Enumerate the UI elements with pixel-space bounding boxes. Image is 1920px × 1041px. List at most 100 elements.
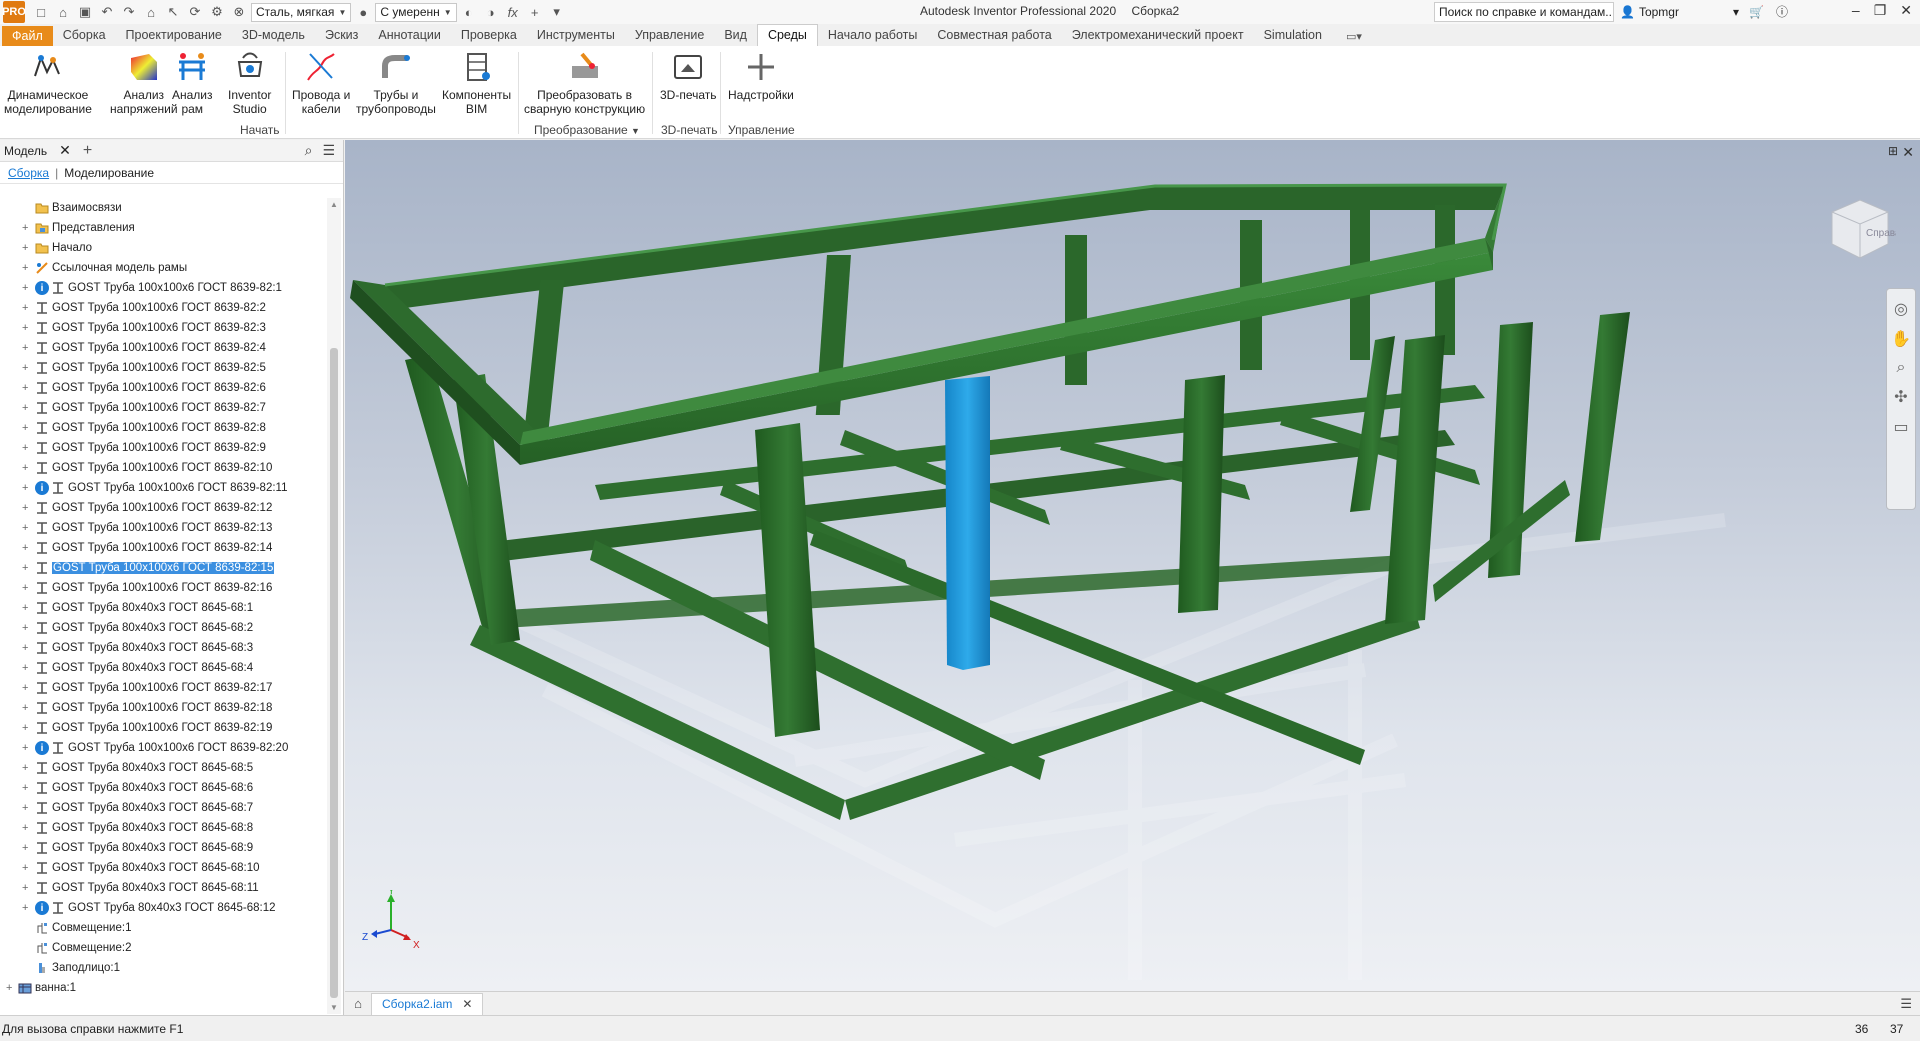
tab-14[interactable]: Simulation bbox=[1254, 25, 1332, 46]
home-icon[interactable]: ⌂ bbox=[345, 996, 371, 1011]
tree-item[interactable]: + GOST Труба 100x100x6 ГОСТ 8639-82:3 bbox=[0, 318, 326, 338]
tree-item[interactable]: + Ссылочная модель рамы bbox=[0, 258, 326, 278]
expand-icon[interactable]: + bbox=[22, 582, 31, 594]
tree-item[interactable]: + GOST Труба 100x100x6 ГОСТ 8639-82:19 bbox=[0, 718, 326, 738]
frame-analysis-button[interactable]: Анализ рам bbox=[172, 50, 213, 116]
cart-icon[interactable]: 🛒 bbox=[1749, 5, 1764, 19]
tab-5[interactable]: Аннотации bbox=[368, 25, 450, 46]
user-menu[interactable]: 👤 Topmgr ▾ 🛒 ⓘ bbox=[1620, 3, 1788, 20]
tree-item[interactable]: + GOST Труба 100x100x6 ГОСТ 8639-82:13 bbox=[0, 518, 326, 538]
tree-item[interactable]: + GOST Труба 80x40x3 ГОСТ 8645-68:10 bbox=[0, 858, 326, 878]
save-icon[interactable]: ▣ bbox=[75, 2, 95, 22]
tab-6[interactable]: Проверка bbox=[451, 25, 527, 46]
expand-icon[interactable]: + bbox=[22, 702, 31, 714]
dynamic-simulation-button[interactable]: Динамическое моделирование bbox=[4, 50, 92, 116]
expand-icon[interactable]: + bbox=[22, 402, 31, 414]
tube-pipe-button[interactable]: Трубы и трубопроводы bbox=[356, 50, 436, 116]
expand-icon[interactable]: + bbox=[22, 462, 31, 474]
viewport-maximize-icon[interactable]: ⊞ bbox=[1888, 144, 1898, 158]
convert-to-weldment-button[interactable]: Преобразовать в сварную конструкцию bbox=[524, 50, 645, 116]
tree-item[interactable]: + GOST Труба 100x100x6 ГОСТ 8639-82:17 bbox=[0, 678, 326, 698]
pan-icon[interactable]: ✋ bbox=[1891, 329, 1911, 349]
expand-icon[interactable]: + bbox=[22, 242, 31, 254]
tab-11[interactable]: Начало работы bbox=[818, 25, 927, 46]
expand-icon[interactable]: + bbox=[22, 722, 31, 734]
tree-item[interactable]: + GOST Труба 100x100x6 ГОСТ 8639-82:8 bbox=[0, 418, 326, 438]
tree-item[interactable]: + GOST Труба 100x100x6 ГОСТ 8639-82:14 bbox=[0, 538, 326, 558]
parameters-icon[interactable]: fx bbox=[503, 2, 523, 22]
expand-icon[interactable]: + bbox=[22, 642, 31, 654]
tree-item[interactable]: Взаимосвязи bbox=[0, 198, 326, 218]
expand-icon[interactable]: + bbox=[22, 802, 31, 814]
document-tab[interactable]: Сборка2.iam ✕ bbox=[371, 992, 484, 1015]
expand-icon[interactable]: + bbox=[6, 982, 15, 994]
tab-3[interactable]: 3D-модель bbox=[232, 25, 315, 46]
tree-item[interactable]: + ванна:1 bbox=[0, 978, 326, 998]
undo-icon[interactable]: ↶ bbox=[97, 2, 117, 22]
expand-icon[interactable]: + bbox=[22, 782, 31, 794]
3d-print-button[interactable]: 3D-печать bbox=[660, 50, 717, 102]
tree-item[interactable]: + GOST Труба 80x40x3 ГОСТ 8645-68:9 bbox=[0, 838, 326, 858]
tree-item[interactable]: + GOST Труба 100x100x6 ГОСТ 8639-82:4 bbox=[0, 338, 326, 358]
expand-icon[interactable]: + bbox=[22, 282, 31, 294]
tab-2[interactable]: Проектирование bbox=[116, 25, 232, 46]
look-at-icon[interactable]: ▭ bbox=[1893, 417, 1908, 437]
open-file-icon[interactable]: ⌂ bbox=[53, 2, 73, 22]
appearance-clear-icon[interactable]: ◑ bbox=[481, 2, 501, 22]
expand-icon[interactable]: + bbox=[22, 862, 31, 874]
appearance-adjust-icon[interactable]: ◐ bbox=[459, 2, 479, 22]
tree-item[interactable]: Заподлицо:1 bbox=[0, 958, 326, 978]
add-icon[interactable]: + bbox=[525, 2, 545, 22]
expand-icon[interactable]: + bbox=[22, 482, 31, 494]
tree-item[interactable]: + GOST Труба 100x100x6 ГОСТ 8639-82:6 bbox=[0, 378, 326, 398]
expand-icon[interactable]: + bbox=[22, 522, 31, 534]
frame-model-3d[interactable] bbox=[345, 140, 1920, 991]
expand-icon[interactable]: + bbox=[22, 742, 31, 754]
appearance-dropdown[interactable]: С умеренн ▼ bbox=[375, 2, 457, 22]
expand-icon[interactable]: + bbox=[22, 322, 31, 334]
tab-modeling-view[interactable]: Моделирование bbox=[64, 166, 154, 180]
tree-item[interactable]: Совмещение:2 bbox=[0, 938, 326, 958]
orbit-icon[interactable]: ✣ bbox=[1894, 387, 1907, 407]
close-icon[interactable]: ✕ bbox=[59, 142, 71, 159]
appearance-clear-icon[interactable]: ⊗ bbox=[229, 2, 249, 22]
tree-item[interactable]: + GOST Труба 100x100x6 ГОСТ 8639-82:15 bbox=[0, 558, 326, 578]
tab-12[interactable]: Совместная работа bbox=[927, 25, 1061, 46]
scroll-up-icon[interactable]: ▲ bbox=[330, 200, 338, 209]
expand-icon[interactable]: + bbox=[22, 502, 31, 514]
tree-item[interactable]: + GOST Труба 100x100x6 ГОСТ 8639-82:2 bbox=[0, 298, 326, 318]
tree-item[interactable]: + GOST Труба 100x100x6 ГОСТ 8639-82:12 bbox=[0, 498, 326, 518]
group-label-convert[interactable]: Преобразование ▼ bbox=[534, 123, 640, 137]
expand-icon[interactable]: + bbox=[22, 662, 31, 674]
redo-icon[interactable]: ↷ bbox=[119, 2, 139, 22]
close-icon[interactable]: ✕ bbox=[462, 997, 472, 1011]
inventor-logo[interactable]: PRO bbox=[2, 1, 26, 23]
help-search-input[interactable]: Поиск по справке и командам... bbox=[1434, 2, 1614, 22]
expand-icon[interactable]: + bbox=[22, 562, 31, 574]
tree-item[interactable]: + GOST Труба 100x100x6 ГОСТ 8639-82:16 bbox=[0, 578, 326, 598]
tab-9[interactable]: Вид bbox=[714, 25, 757, 46]
cable-harness-button[interactable]: Провода и кабели bbox=[292, 50, 350, 116]
tab-7[interactable]: Инструменты bbox=[527, 25, 625, 46]
minimize-icon[interactable]: – bbox=[1852, 2, 1860, 19]
browser-tab-model[interactable]: Модель bbox=[4, 144, 47, 158]
tree-item[interactable]: + GOST Труба 80x40x3 ГОСТ 8645-68:11 bbox=[0, 878, 326, 898]
scroll-down-icon[interactable]: ▼ bbox=[330, 1003, 338, 1012]
close-icon[interactable]: ✕ bbox=[1902, 144, 1914, 161]
tab-8[interactable]: Управление bbox=[625, 25, 715, 46]
update-icon[interactable]: ⟳ bbox=[185, 2, 205, 22]
help-icon[interactable]: ⓘ bbox=[1776, 3, 1788, 20]
tree-item[interactable]: + GOST Труба 100x100x6 ГОСТ 8639-82:5 bbox=[0, 358, 326, 378]
expand-icon[interactable]: + bbox=[22, 342, 31, 354]
tree-item[interactable]: + GOST Труба 80x40x3 ГОСТ 8645-68:8 bbox=[0, 818, 326, 838]
expand-icon[interactable]: + bbox=[22, 302, 31, 314]
restore-icon[interactable]: ❐ bbox=[1874, 2, 1887, 19]
home-icon[interactable]: ⌂ bbox=[141, 2, 161, 22]
tree-item[interactable]: + GOST Труба 80x40x3 ГОСТ 8645-68:4 bbox=[0, 658, 326, 678]
expand-icon[interactable]: + bbox=[22, 622, 31, 634]
selected-tube-15[interactable] bbox=[945, 376, 990, 670]
expand-icon[interactable]: + bbox=[22, 762, 31, 774]
tree-item[interactable]: + GOST Труба 80x40x3 ГОСТ 8645-68:3 bbox=[0, 638, 326, 658]
menu-icon[interactable]: ☰ bbox=[322, 142, 335, 159]
add-browser-tab-icon[interactable]: + bbox=[83, 142, 92, 160]
